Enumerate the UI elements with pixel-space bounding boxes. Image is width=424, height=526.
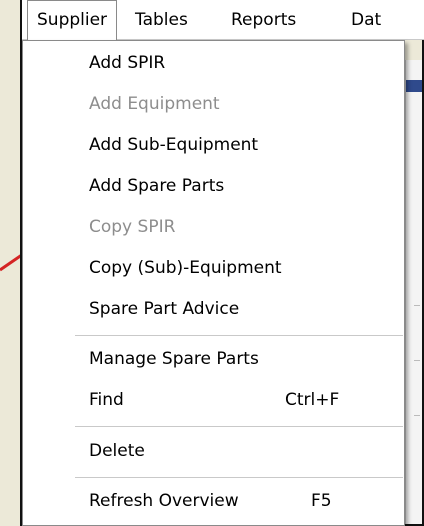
- menu-reports[interactable]: Reports: [231, 0, 296, 40]
- menu-tables[interactable]: Tables: [135, 0, 188, 40]
- menu-item-add-sub-equipment[interactable]: Add Sub-Equipment: [89, 133, 258, 157]
- menu-item-delete[interactable]: Delete: [89, 439, 145, 463]
- find-shortcut: Ctrl+F: [285, 390, 340, 410]
- screenshot-stage: Supplier Tables Reports Dat Add SPIR Add…: [0, 0, 424, 526]
- menu-supplier[interactable]: Supplier: [27, 0, 118, 40]
- menu-separator: [75, 477, 403, 478]
- menu-bar: Supplier Tables Reports Dat: [22, 0, 424, 40]
- menu-item-add-spir[interactable]: Add SPIR: [89, 51, 165, 75]
- supplier-dropdown-menu: Add SPIR Add Equipment Add Sub-Equipment…: [22, 40, 405, 526]
- refresh-shortcut: F5: [311, 491, 332, 511]
- menu-item-add-spare-parts[interactable]: Add Spare Parts: [89, 174, 224, 198]
- menu-item-add-equipment: Add Equipment: [89, 94, 220, 114]
- menu-item-manage-spare-parts[interactable]: Manage Spare Parts: [89, 347, 259, 371]
- menu-separator: [75, 426, 403, 427]
- menu-item-copy-spir: Copy SPIR: [89, 217, 176, 237]
- menu-item-find[interactable]: Find: [89, 388, 124, 412]
- menu-item-refresh-overview[interactable]: Refresh Overview: [89, 489, 239, 513]
- menu-separator: [75, 335, 403, 336]
- menu-item-spare-part-advice[interactable]: Spare Part Advice: [89, 297, 239, 321]
- menu-item-copy-sub-equipment[interactable]: Copy (Sub)-Equipment: [89, 256, 282, 280]
- menu-data[interactable]: Dat: [351, 0, 381, 40]
